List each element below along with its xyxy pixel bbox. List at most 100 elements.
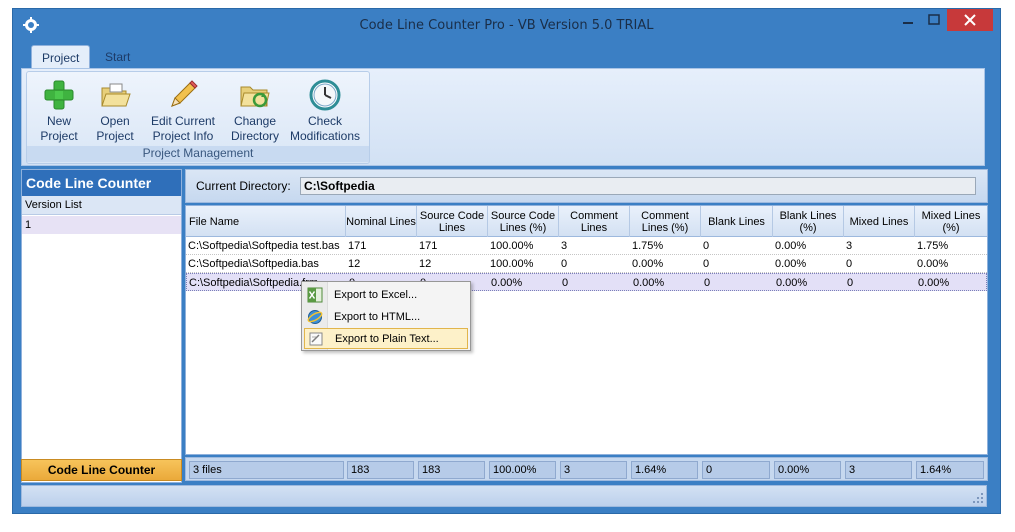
clock-icon — [309, 79, 341, 111]
cell-comment-lines-pct: 1.75% — [632, 240, 664, 252]
close-icon — [964, 14, 976, 26]
open-project-button[interactable]: Open Project — [89, 74, 141, 146]
cell-blank-lines: 0 — [704, 277, 711, 289]
export-excel-label: Export to Excel... — [334, 289, 418, 301]
minimize-button[interactable] — [895, 9, 921, 31]
col-blank-lines-pct[interactable]: Blank Lines (%) — [773, 206, 844, 237]
export-html-label: Export to HTML... — [334, 311, 421, 323]
total-comment-lines-pct: 1.64% — [631, 461, 698, 479]
col-comment-lines-pct[interactable]: Comment Lines (%) — [630, 206, 701, 237]
cell-blank-lines-pct: 0.00% — [776, 277, 808, 289]
folder-refresh-icon — [240, 86, 270, 108]
html-icon — [307, 310, 323, 324]
new-project-button[interactable]: New Project — [29, 74, 89, 146]
project-management-group: New Project Open Project Edit Current Pr… — [26, 71, 370, 164]
tab-project[interactable]: Project — [31, 45, 91, 69]
cell-comment-lines-pct: 0.00% — [632, 258, 664, 270]
cell-source-lines-pct: 100.00% — [490, 258, 534, 270]
cell-file-name: C:\Softpedia\Softpedia.bas — [188, 258, 319, 270]
resize-grip-icon[interactable] — [973, 493, 983, 503]
minimize-icon — [903, 22, 913, 24]
cell-mixed-lines: 3 — [846, 240, 853, 252]
cell-source-lines: 171 — [419, 240, 438, 252]
change-directory-label: Change Directory — [230, 114, 279, 143]
cell-blank-lines: 0 — [703, 258, 710, 270]
export-context-menu: Export to Excel... Export to HTML... Exp… — [301, 281, 471, 351]
title-bar[interactable]: Code Line Counter Pro - VB Version 5.0 T… — [13, 9, 1000, 43]
cell-mixed-lines-pct: 0.00% — [918, 277, 950, 289]
open-project-label: Open Project — [96, 114, 134, 143]
cell-source-lines-pct: 100.00% — [490, 240, 534, 252]
totals-bar: 3 files 183 183 100.00% 3 1.64% 0 0.00% … — [185, 457, 988, 481]
open-folder-icon — [101, 83, 131, 107]
ribbon-panel: New Project Open Project Edit Current Pr… — [21, 68, 985, 166]
code-line-counter-button[interactable]: Code Line Counter — [21, 459, 182, 481]
cell-nominal-lines: 12 — [348, 258, 361, 270]
cell-source-lines-pct: 0.00% — [491, 277, 523, 289]
cell-mixed-lines-pct: 0.00% — [917, 258, 949, 270]
col-nominal-lines[interactable]: Nominal Lines — [346, 206, 417, 237]
cell-blank-lines-pct: 0.00% — [775, 258, 807, 270]
table-row[interactable]: C:\Softpedia\Softpedia.bas 12 12 100.00%… — [186, 255, 987, 273]
total-blank-lines: 0 — [702, 461, 770, 479]
current-directory-label: Current Directory: — [196, 179, 291, 193]
check-modifications-button[interactable]: Check Modifications — [285, 74, 365, 146]
current-directory-field[interactable]: C:\Softpedia — [300, 177, 976, 195]
maximize-icon — [928, 14, 940, 25]
cell-comment-lines: 3 — [561, 240, 568, 252]
col-comment-lines[interactable]: Comment Lines — [559, 206, 630, 237]
grid-header: File Name Nominal Lines Source Code Line… — [186, 206, 987, 237]
current-directory-bar: Current Directory: C:\Softpedia — [185, 169, 988, 203]
export-plain-text-label: Export to Plain Text... — [335, 333, 439, 345]
new-project-label: New Project — [40, 114, 78, 143]
status-bar — [21, 485, 987, 507]
total-mixed-lines: 3 — [845, 461, 912, 479]
cell-mixed-lines: 0 — [847, 277, 854, 289]
col-source-lines-pct[interactable]: Source Code Lines (%) — [488, 206, 559, 237]
total-blank-lines-pct: 0.00% — [774, 461, 841, 479]
cell-file-name: C:\Softpedia\Softpedia test.bas — [188, 240, 340, 252]
total-nominal-lines: 183 — [347, 461, 414, 479]
col-source-lines[interactable]: Source Code Lines — [417, 206, 488, 237]
cell-blank-lines-pct: 0.00% — [775, 240, 807, 252]
window-title: Code Line Counter Pro - VB Version 5.0 T… — [359, 18, 654, 33]
total-source-lines-pct: 100.00% — [489, 461, 556, 479]
total-source-lines: 183 — [418, 461, 485, 479]
version-list-header: Version List — [22, 196, 181, 215]
edit-project-info-label: Edit Current Project Info — [150, 114, 216, 143]
cell-comment-lines: 0 — [562, 277, 569, 289]
cell-comment-lines-pct: 0.00% — [633, 277, 665, 289]
col-mixed-lines-pct[interactable]: Mixed Lines (%) — [915, 206, 987, 237]
change-directory-button[interactable]: Change Directory — [225, 74, 285, 146]
col-mixed-lines[interactable]: Mixed Lines — [844, 206, 915, 237]
edit-project-info-button[interactable]: Edit Current Project Info — [141, 74, 225, 146]
excel-icon — [307, 287, 323, 303]
app-window: Code Line Counter Pro - VB Version 5.0 T… — [12, 8, 1001, 514]
table-row[interactable]: C:\Softpedia\Softpedia test.bas 171 171 … — [186, 237, 987, 255]
panel-title: Code Line Counter — [22, 170, 181, 196]
cell-source-lines: 12 — [419, 258, 432, 270]
cell-blank-lines: 0 — [703, 240, 710, 252]
close-button[interactable] — [947, 9, 993, 31]
total-comment-lines: 3 — [560, 461, 627, 479]
version-list-item[interactable]: 1 — [22, 216, 181, 234]
export-plain-text-menu-item[interactable]: Export to Plain Text... — [304, 328, 468, 349]
cell-mixed-lines-pct: 1.75% — [917, 240, 949, 252]
col-blank-lines[interactable]: Blank Lines — [701, 206, 773, 237]
export-excel-menu-item[interactable]: Export to Excel... — [304, 285, 468, 306]
maximize-button[interactable] — [921, 9, 947, 31]
ribbon-tab-bar: Project Start — [21, 43, 985, 69]
text-file-icon — [309, 332, 323, 346]
cell-comment-lines: 0 — [561, 258, 568, 270]
total-files: 3 files — [189, 461, 344, 479]
check-modifications-label: Check Modifications — [289, 114, 361, 143]
export-html-menu-item[interactable]: Export to HTML... — [304, 307, 468, 328]
cell-mixed-lines: 0 — [846, 258, 853, 270]
col-file-name[interactable]: File Name — [186, 206, 346, 237]
cell-nominal-lines: 171 — [348, 240, 367, 252]
green-plus-icon — [44, 80, 74, 110]
group-label: Project Management — [27, 146, 369, 162]
tab-start[interactable]: Start — [95, 45, 140, 69]
pencil-icon — [171, 80, 198, 107]
total-mixed-lines-pct: 1.64% — [916, 461, 984, 479]
